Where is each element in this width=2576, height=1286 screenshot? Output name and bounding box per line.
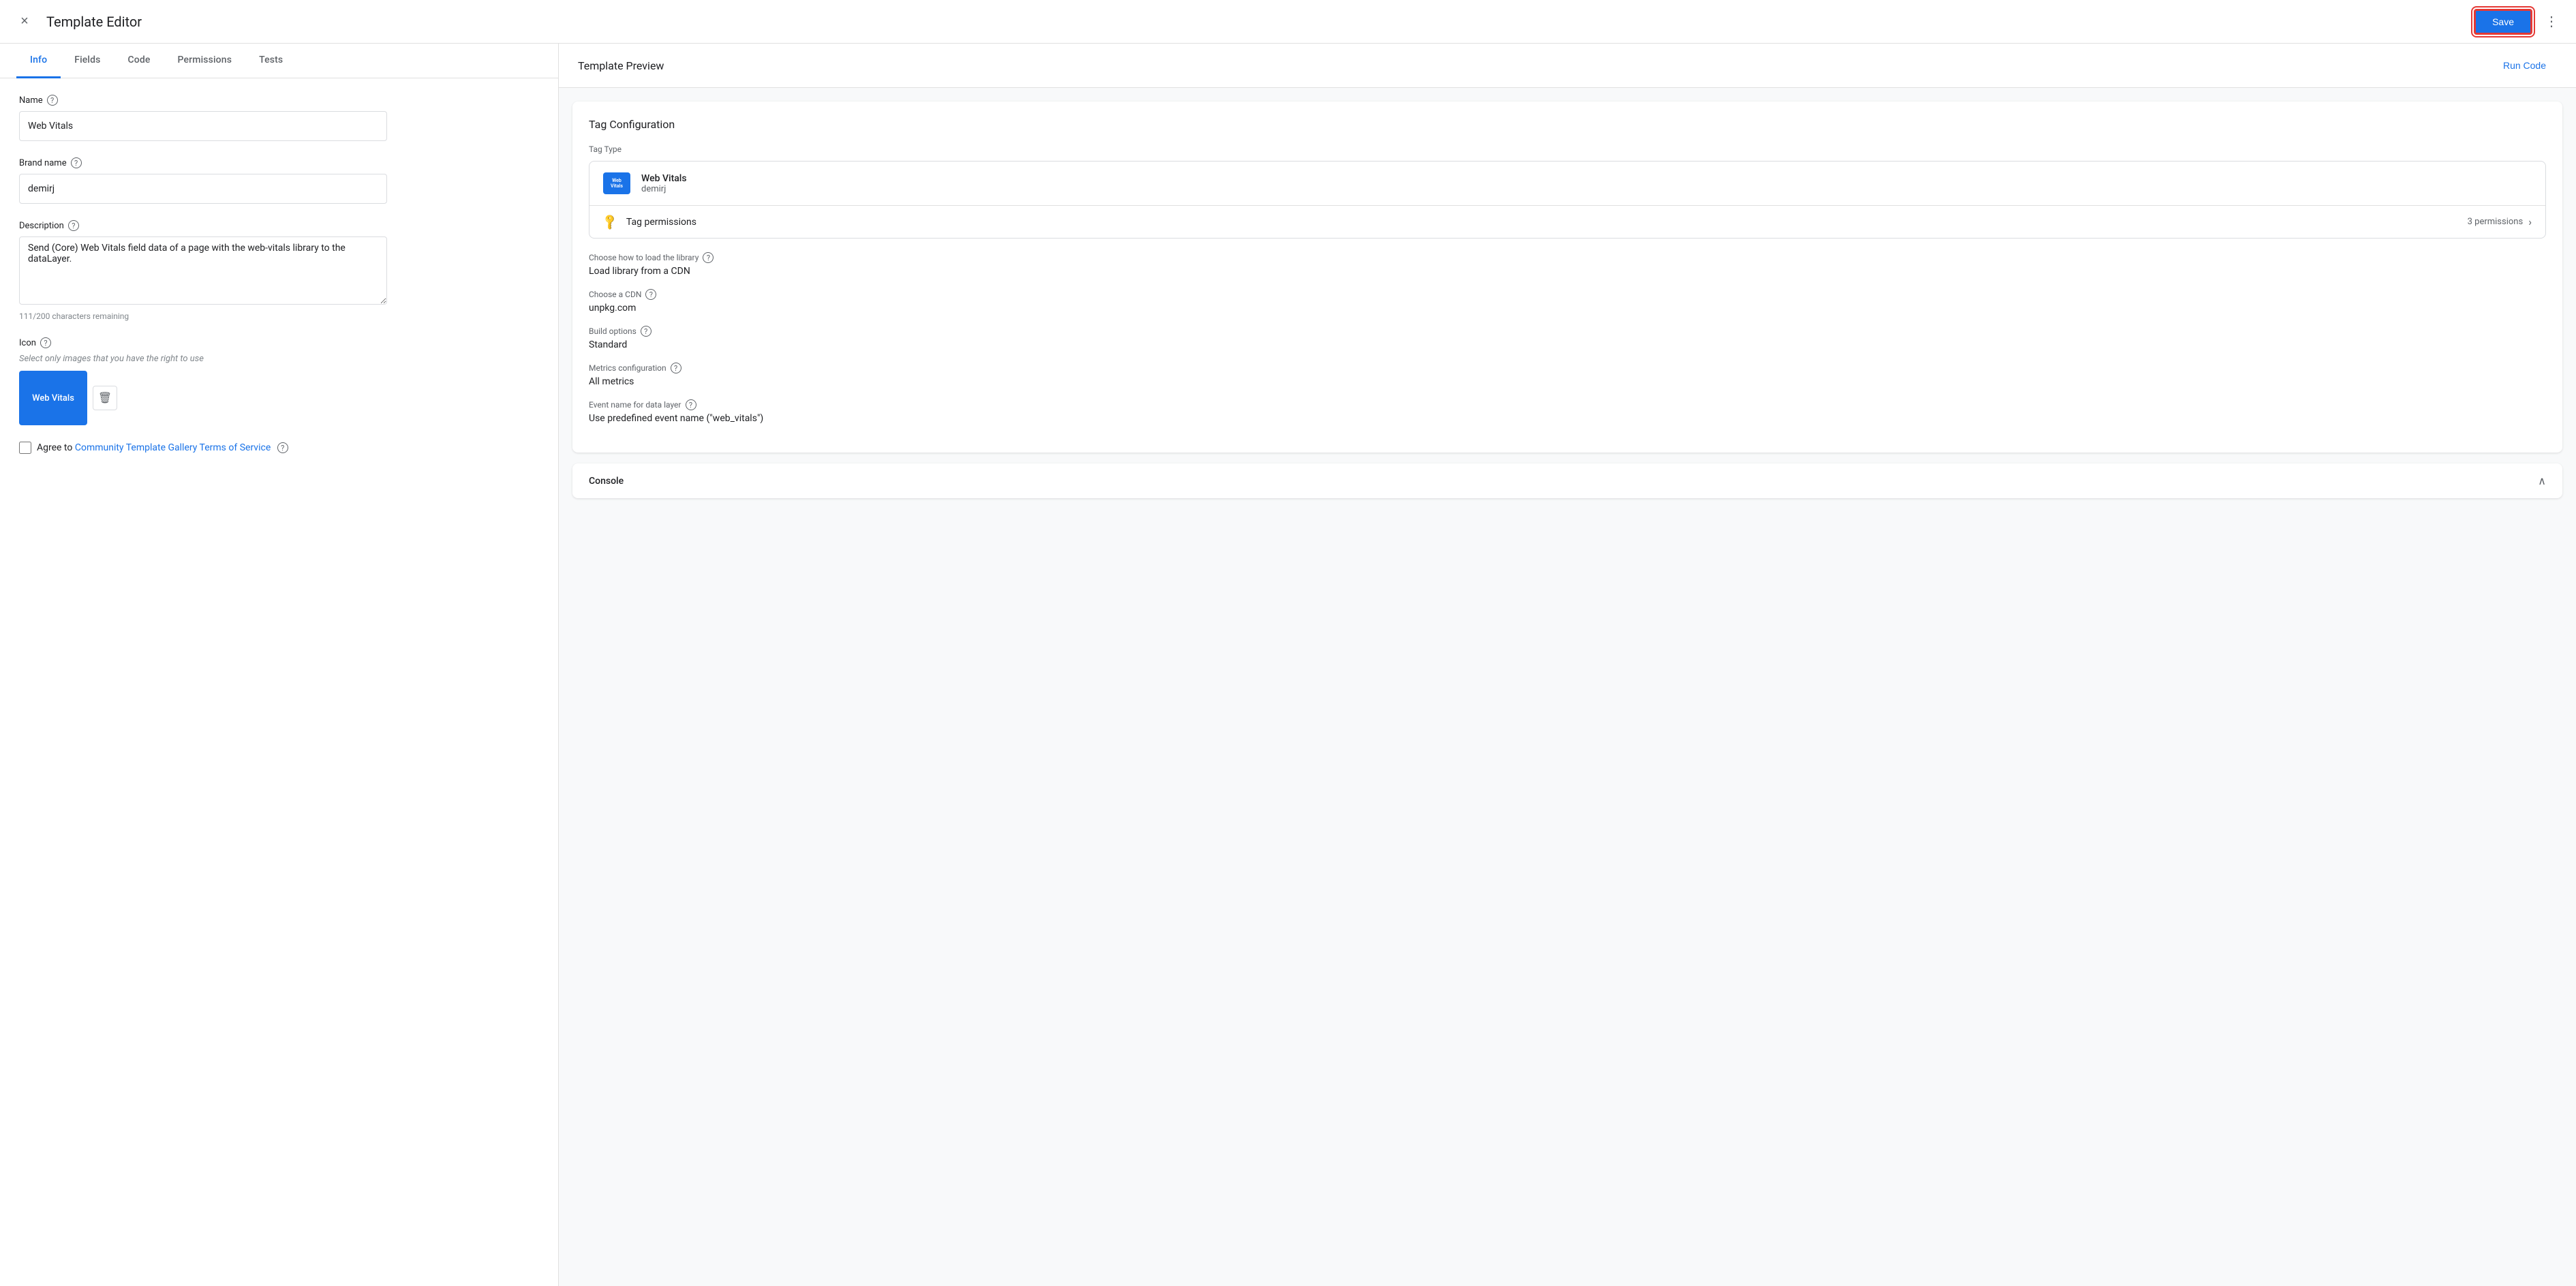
- main-layout: Info Fields Code Permissions Tests Name …: [0, 44, 2576, 1286]
- top-bar-right: Save ⋮: [2474, 9, 2562, 35]
- tab-code[interactable]: Code: [114, 44, 164, 78]
- icon-help-icon[interactable]: ?: [40, 337, 51, 348]
- description-textarea[interactable]: Send (Core) Web Vitals field data of a p…: [19, 236, 387, 305]
- tag-type-label: Tag Type: [589, 144, 2546, 154]
- agree-link[interactable]: Community Template Gallery Terms of Serv…: [75, 442, 271, 453]
- icon-actions: 🗑: [93, 371, 117, 425]
- tag-type-info: Web Vitals demirj: [641, 173, 2532, 194]
- build-options-value: Standard: [589, 339, 2546, 350]
- brand-field-group: Brand name ?: [19, 157, 539, 204]
- event-name-row: Event name for data layer ? Use predefin…: [589, 399, 2546, 424]
- tab-info[interactable]: Info: [16, 44, 61, 78]
- close-icon: ×: [20, 14, 29, 29]
- metrics-value: All metrics: [589, 376, 2546, 387]
- agree-help-icon[interactable]: ?: [277, 442, 288, 453]
- left-panel: Info Fields Code Permissions Tests Name …: [0, 44, 559, 1286]
- tag-config-title: Tag Configuration: [589, 118, 2546, 131]
- metrics-label: Metrics configuration ?: [589, 363, 2546, 373]
- description-field-group: Description ? Send (Core) Web Vitals fie…: [19, 220, 539, 321]
- brand-label: Brand name ?: [19, 157, 539, 168]
- description-help-icon[interactable]: ?: [68, 220, 79, 231]
- tag-config-card: Tag Configuration Tag Type WebVitals Web…: [572, 102, 2562, 453]
- cdn-help-icon[interactable]: ?: [645, 289, 656, 300]
- tag-type-icon: WebVitals: [603, 172, 630, 194]
- info-panel-content: Name ? Brand name ? Description ? S: [0, 78, 558, 1286]
- tab-permissions[interactable]: Permissions: [164, 44, 246, 78]
- right-panel: Template Preview Run Code Tag Configurat…: [559, 44, 2576, 1286]
- preview-title: Template Preview: [578, 59, 664, 72]
- cdn-value: unpkg.com: [589, 303, 2546, 313]
- delete-icon-button[interactable]: 🗑: [93, 386, 117, 410]
- char-count: 111/200 characters remaining: [19, 311, 539, 321]
- more-icon: ⋮: [2545, 13, 2558, 30]
- right-panel-header: Template Preview Run Code: [559, 44, 2576, 88]
- name-input[interactable]: [19, 111, 387, 141]
- tag-type-name: Web Vitals: [641, 173, 2532, 184]
- key-icon: 🔑: [600, 213, 619, 232]
- console-toggle-button[interactable]: ∧: [2538, 474, 2546, 487]
- icon-container: Web Vitals 🗑: [19, 371, 539, 425]
- chevron-right-icon: ›: [2528, 215, 2532, 228]
- close-button[interactable]: ×: [14, 11, 35, 33]
- icon-preview: Web Vitals: [19, 371, 87, 425]
- console-section: Console ∧: [572, 463, 2562, 498]
- metrics-help-icon[interactable]: ?: [671, 363, 681, 373]
- agree-row: Agree to Community Template Gallery Term…: [19, 442, 539, 454]
- more-options-button[interactable]: ⋮: [2541, 11, 2562, 33]
- build-options-label: Build options ?: [589, 326, 2546, 337]
- tag-type-box: WebVitals Web Vitals demirj 🔑 Tag permis…: [589, 161, 2546, 239]
- cdn-row: Choose a CDN ? unpkg.com: [589, 289, 2546, 313]
- tag-type-row: WebVitals Web Vitals demirj: [589, 162, 2545, 206]
- console-title: Console: [589, 476, 624, 487]
- brand-help-icon[interactable]: ?: [71, 157, 82, 168]
- event-name-value: Use predefined event name ("web_vitals"): [589, 413, 2546, 424]
- permissions-count: 3 permissions: [2468, 217, 2524, 227]
- run-code-button[interactable]: Run Code: [2492, 55, 2557, 76]
- app-title: Template Editor: [46, 14, 142, 30]
- icon-field-group: Icon ? Select only images that you have …: [19, 337, 539, 425]
- load-library-help-icon[interactable]: ?: [703, 252, 714, 263]
- tag-permissions-row[interactable]: 🔑 Tag permissions 3 permissions ›: [589, 206, 2545, 238]
- tag-type-brand: demirj: [641, 184, 2532, 194]
- name-field-group: Name ?: [19, 95, 539, 141]
- tab-tests[interactable]: Tests: [245, 44, 296, 78]
- icon-hint: Select only images that you have the rig…: [19, 354, 539, 364]
- event-name-help-icon[interactable]: ?: [686, 399, 696, 410]
- top-bar-left: × Template Editor: [14, 11, 142, 33]
- name-help-icon[interactable]: ?: [47, 95, 58, 106]
- brand-input[interactable]: [19, 174, 387, 204]
- cdn-label: Choose a CDN ?: [589, 289, 2546, 300]
- event-name-label: Event name for data layer ?: [589, 399, 2546, 410]
- trash-icon: 🗑: [98, 391, 112, 405]
- tab-fields[interactable]: Fields: [61, 44, 114, 78]
- agree-label: Agree to Community Template Gallery Term…: [37, 442, 288, 454]
- icon-label: Icon ?: [19, 337, 539, 348]
- build-options-help-icon[interactable]: ?: [641, 326, 651, 337]
- load-library-row: Choose how to load the library ? Load li…: [589, 252, 2546, 277]
- save-button[interactable]: Save: [2474, 9, 2532, 35]
- console-header: Console ∧: [589, 474, 2546, 487]
- metrics-row: Metrics configuration ? All metrics: [589, 363, 2546, 387]
- load-library-label: Choose how to load the library ?: [589, 252, 2546, 263]
- top-bar: × Template Editor Save ⋮: [0, 0, 2576, 44]
- description-label: Description ?: [19, 220, 539, 231]
- tabs-bar: Info Fields Code Permissions Tests: [0, 44, 558, 78]
- agree-checkbox[interactable]: [19, 442, 31, 454]
- build-options-row: Build options ? Standard: [589, 326, 2546, 350]
- name-label: Name ?: [19, 95, 539, 106]
- permissions-label: Tag permissions: [626, 217, 2468, 228]
- preview-content: Tag Configuration Tag Type WebVitals Web…: [559, 88, 2576, 1286]
- load-library-value: Load library from a CDN: [589, 266, 2546, 277]
- config-details: Choose how to load the library ? Load li…: [589, 252, 2546, 424]
